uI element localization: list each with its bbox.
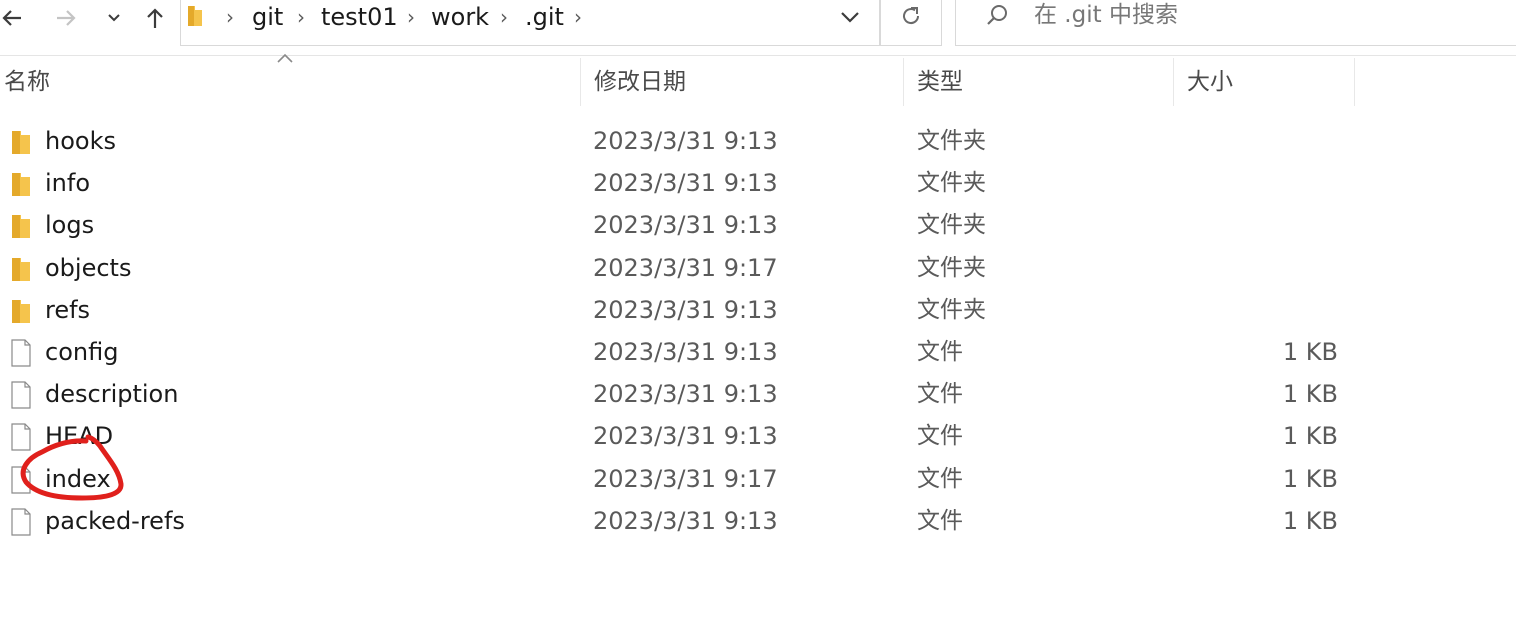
file-row[interactable]: packed-refs 2023/3/31 9:13 文件 1 KB [0,500,1360,542]
file-row[interactable]: logs 2023/3/31 9:13 文件夹 [0,204,1360,246]
file-row[interactable]: objects 2023/3/31 9:17 文件夹 [0,247,1360,289]
file-name[interactable]: HEAD [45,415,113,457]
file-name[interactable]: index [45,458,111,500]
file-size [1180,247,1338,289]
breadcrumb-separator: › [297,5,305,29]
file-name[interactable]: logs [45,204,94,246]
file-type: 文件夹 [917,170,986,197]
file-type: 文件夹 [917,254,986,281]
column-header-modified[interactable]: 修改日期 [590,58,904,106]
file-modified-date: 2023/3/31 9:13 [593,169,778,198]
breadcrumb-separator: › [407,5,415,29]
folder-icon [10,297,32,325]
file-icon [10,508,32,536]
file-type: 文件 [917,465,963,492]
file-size: 1 KB [1282,464,1338,493]
file-type: 文件夹 [917,296,986,323]
file-modified-date: 2023/3/31 9:17 [593,464,778,493]
column-header-name[interactable]: 名称 [0,58,581,106]
file-name[interactable]: hooks [45,120,116,162]
file-name[interactable]: packed-refs [45,500,185,542]
file-modified-date: 2023/3/31 9:13 [593,338,778,366]
column-header-size[interactable]: 大小 [1183,58,1355,106]
file-size [1180,204,1338,246]
up-arrow-icon [147,8,163,28]
column-header-bar: 名称 修改日期 类型 大小 [0,58,1516,106]
breadcrumb-separator: › [500,5,508,29]
refresh-icon [903,6,920,24]
back-arrow-icon [2,10,21,26]
search-input[interactable] [1034,0,1504,32]
file-row[interactable]: HEAD 2023/3/31 9:13 文件 1 KB [0,415,1360,457]
column-header-type[interactable]: 类型 [913,58,1174,106]
address-history-dropdown[interactable] [832,0,868,34]
file-modified-date: 2023/3/31 9:13 [593,422,778,451]
chevron-down-icon [841,12,859,23]
folder-icon [188,6,202,26]
breadcrumb-test01[interactable]: test01 [321,0,398,34]
file-name[interactable]: refs [45,289,90,331]
file-type: 文件夹 [917,212,986,239]
file-row[interactable]: config 2023/3/31 9:13 文件 1 KB [0,331,1360,373]
file-icon [10,465,32,494]
chevron-down-icon [108,14,120,22]
file-type: 文件 [917,423,963,450]
forward-arrow-icon [57,10,76,26]
file-type: 文件 [917,507,963,534]
search-box [955,0,1516,46]
breadcrumb-separator: › [574,5,582,29]
file-row[interactable]: hooks 2023/3/31 9:13 文件夹 [0,120,1360,162]
breadcrumb-git[interactable]: git [252,0,283,34]
recent-locations-button[interactable] [104,0,124,36]
file-size: 1 KB [1282,380,1338,409]
file-modified-date: 2023/3/31 9:13 [593,211,778,240]
file-type: 文件 [917,381,963,408]
file-icon [10,381,32,409]
folder-icon [10,255,32,283]
file-modified-date: 2023/3/31 9:13 [593,127,778,155]
file-modified-date: 2023/3/31 9:13 [593,380,778,409]
file-name[interactable]: info [45,162,90,204]
back-button[interactable] [0,0,24,36]
file-name[interactable]: description [45,373,178,415]
file-size [1180,120,1338,162]
breadcrumb-separator: › [226,5,234,29]
file-icon [10,339,32,367]
breadcrumb-work[interactable]: work [431,0,489,34]
file-modified-date: 2023/3/31 9:13 [593,506,778,535]
file-modified-date: 2023/3/31 9:17 [593,253,778,282]
file-icon [10,423,32,451]
file-type: 文件夹 [917,128,986,154]
up-button[interactable] [142,0,168,36]
folder-icon [10,170,32,198]
file-size: 1 KB [1282,422,1338,451]
file-size: 1 KB [1282,338,1338,366]
folder-icon [10,128,32,156]
search-icon [982,0,1012,32]
file-row[interactable]: refs 2023/3/31 9:13 文件夹 [0,289,1360,331]
file-size: 1 KB [1282,506,1338,535]
file-row[interactable]: description 2023/3/31 9:13 文件 1 KB [0,373,1360,415]
breadcrumb-dot-git[interactable]: .git [525,0,564,34]
file-size [1180,289,1338,331]
forward-button[interactable] [52,0,80,36]
refresh-button[interactable] [880,0,942,46]
file-modified-date: 2023/3/31 9:13 [593,295,778,324]
file-row[interactable]: index 2023/3/31 9:17 文件 1 KB [0,458,1360,500]
file-type: 文件 [917,339,963,365]
file-name[interactable]: config [45,331,118,373]
folder-icon [10,212,32,240]
navigation-bar: › git › test01 › work › .git › [0,0,1516,56]
file-row[interactable]: info 2023/3/31 9:13 文件夹 [0,162,1360,204]
file-name[interactable]: objects [45,247,131,289]
file-size [1180,162,1338,204]
